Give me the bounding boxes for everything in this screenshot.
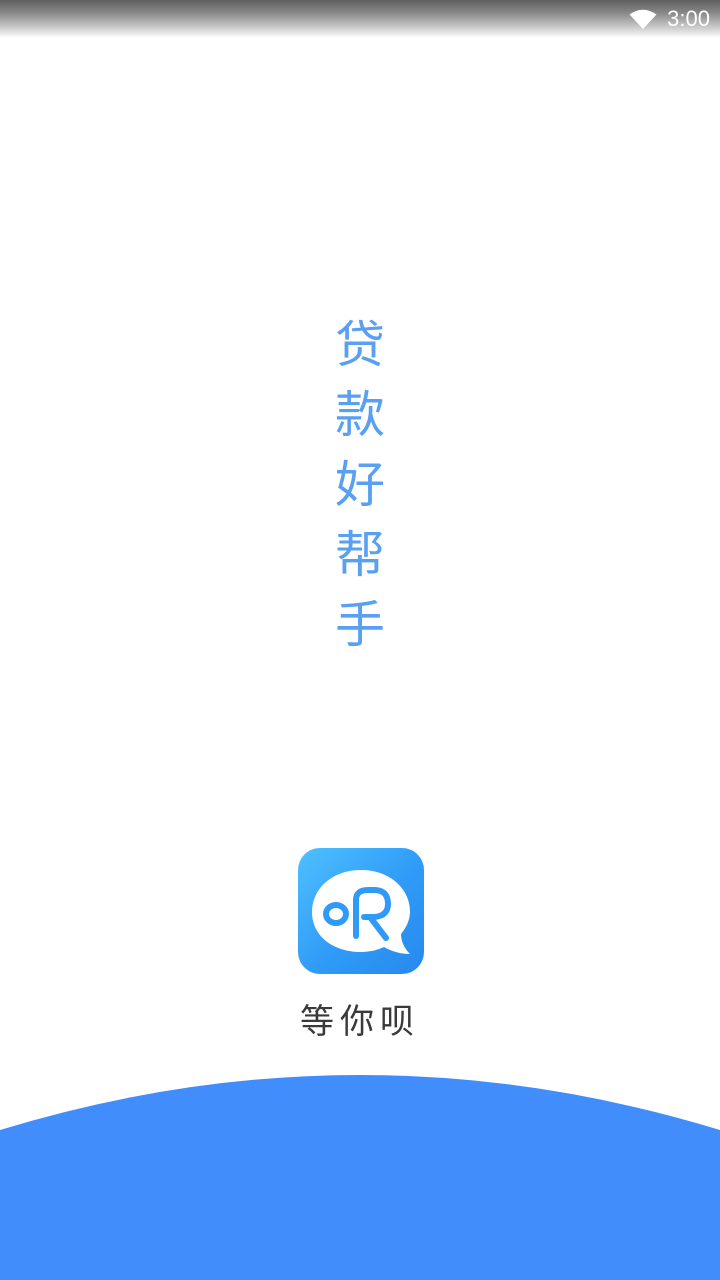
slogan-char: 款 — [335, 386, 385, 444]
status-bar: 3:00 — [0, 0, 720, 38]
slogan-char: 贷 — [335, 316, 385, 374]
slogan: 贷 款 好 帮 手 — [320, 310, 400, 660]
bottom-arc-decoration — [0, 1075, 720, 1280]
app-logo-icon — [298, 848, 424, 974]
status-time: 3:00 — [667, 6, 710, 31]
wifi-icon — [629, 9, 657, 29]
app-name: 等你呗 — [300, 1002, 420, 1042]
slogan-char: 帮 — [335, 526, 385, 584]
slogan-char: 好 — [335, 456, 385, 514]
slogan-char: 手 — [335, 596, 385, 654]
status-right-group: 3:00 — [629, 4, 710, 34]
